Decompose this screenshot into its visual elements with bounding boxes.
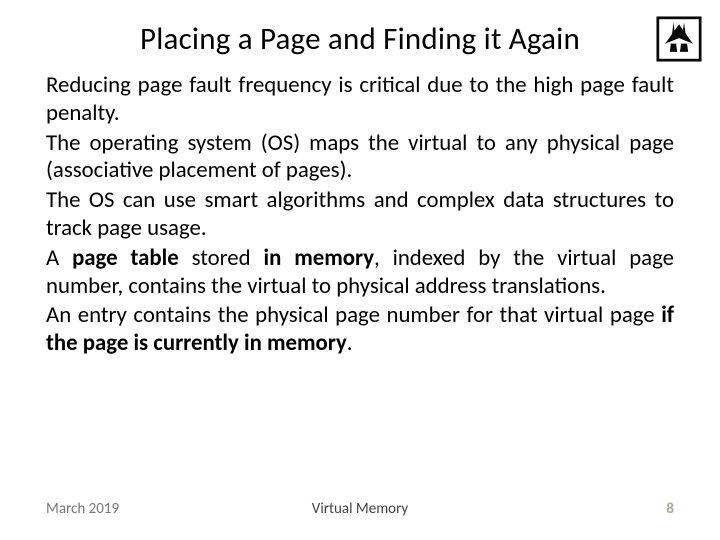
paragraph: An entry contains the physical page numb…: [46, 302, 674, 358]
text: .: [347, 329, 353, 357]
slide-footer: March 2019 Virtual Memory 8: [0, 500, 720, 518]
bold-text: in memory: [264, 244, 375, 272]
paragraph: The OS can use smart algorithms and comp…: [46, 187, 674, 243]
slide-title: Placing a Page and Finding it Again: [46, 20, 674, 58]
bold-text: page table: [72, 244, 179, 272]
footer-date: March 2019: [46, 500, 119, 518]
university-logo-icon: [656, 16, 702, 62]
slide-body: Reducing page fault frequency is critica…: [46, 72, 674, 358]
text: stored: [179, 244, 264, 272]
page-number: 8: [666, 500, 674, 518]
paragraph: The operating system (OS) maps the virtu…: [46, 130, 674, 186]
footer-topic: Virtual Memory: [312, 500, 408, 518]
paragraph: A page table stored in memory, indexed b…: [46, 245, 674, 301]
slide: Placing a Page and Finding it Again Redu…: [0, 0, 720, 540]
text: An entry contains the physical page numb…: [46, 301, 661, 329]
paragraph: Reducing page fault frequency is critica…: [46, 72, 674, 128]
text: A: [46, 244, 72, 272]
